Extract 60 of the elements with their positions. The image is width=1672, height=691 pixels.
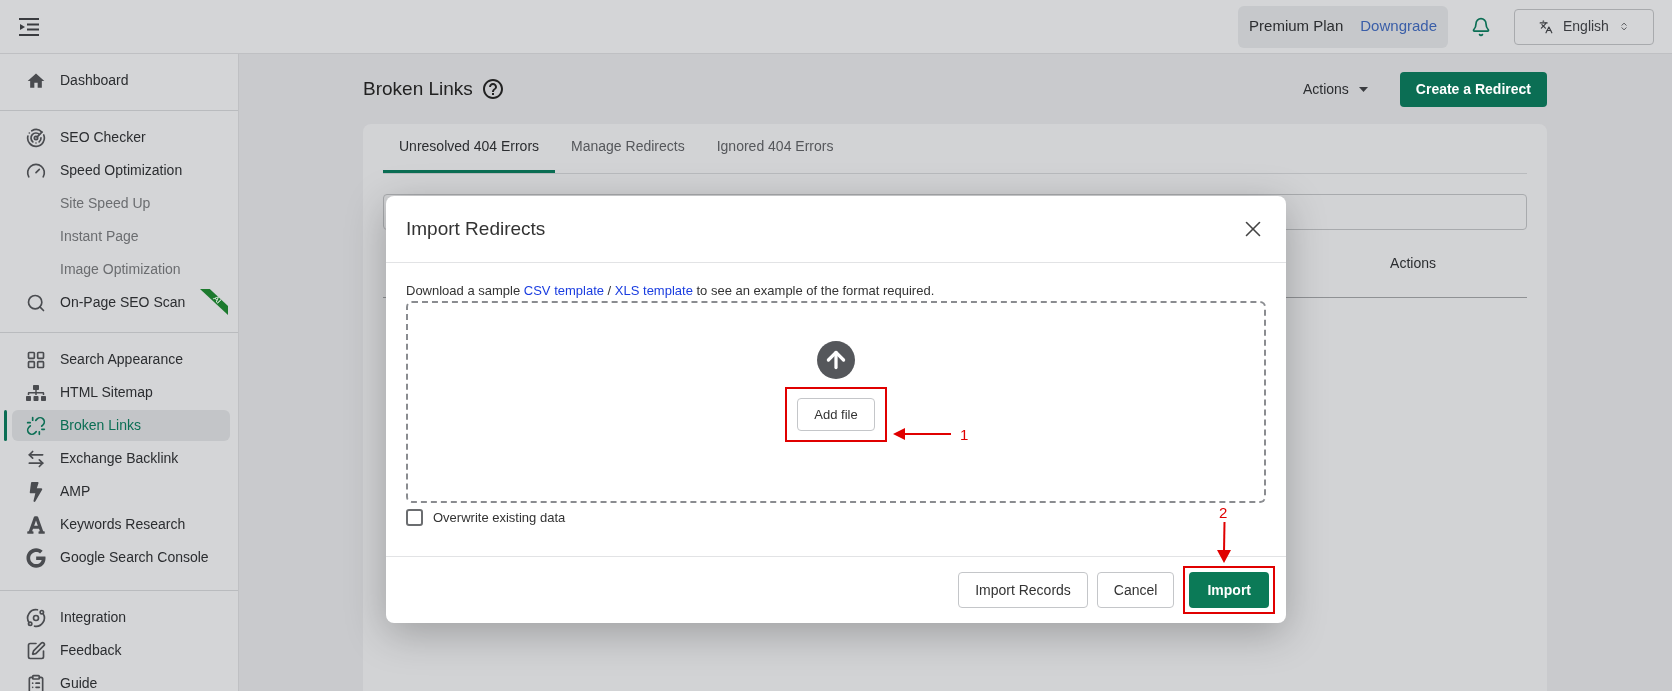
sidebar-item[interactable]: Google Search Console bbox=[12, 542, 230, 573]
up-down-icon bbox=[1618, 20, 1629, 33]
search-icon bbox=[26, 292, 46, 313]
active-indicator bbox=[4, 410, 7, 441]
checkbox-label: Overwrite existing data bbox=[433, 509, 566, 527]
sidebar-item[interactable]: Instant Page bbox=[12, 221, 230, 252]
language-select[interactable]: English bbox=[1514, 8, 1654, 45]
sidebar-item[interactable]: Feedback bbox=[12, 635, 230, 666]
clipboard-icon bbox=[26, 673, 46, 691]
annotation-number: 1 bbox=[960, 425, 969, 445]
plan-label: Premium Plan bbox=[1249, 16, 1344, 37]
actions-dropdown[interactable]: Actions bbox=[1302, 78, 1368, 100]
google-icon bbox=[26, 547, 46, 568]
sidebar-item[interactable]: Dashboard bbox=[12, 65, 230, 96]
sidebar-item[interactable]: AMP bbox=[12, 476, 230, 507]
tab[interactable]: Ignored 404 Errors bbox=[700, 123, 850, 173]
downgrade-link[interactable]: Downgrade bbox=[1360, 15, 1437, 38]
add-file-button[interactable]: Add file bbox=[797, 398, 875, 431]
radar-icon bbox=[26, 127, 46, 148]
help-icon[interactable] bbox=[480, 77, 505, 101]
tab[interactable]: Unresolved 404 Errors bbox=[383, 123, 556, 173]
letter-icon bbox=[26, 514, 46, 535]
notification-bell-icon[interactable] bbox=[1471, 16, 1491, 37]
menu-collapse-icon[interactable] bbox=[18, 17, 40, 36]
dialog-button[interactable]: Import Records bbox=[958, 572, 1088, 608]
annotation-arrow bbox=[1217, 522, 1231, 563]
sidebar-item[interactable]: Site Speed Up bbox=[12, 188, 230, 219]
sidebar-item[interactable]: On-Page SEO Scan bbox=[12, 287, 192, 318]
column-header: Actions bbox=[1390, 254, 1436, 273]
template-link[interactable]: XLS template bbox=[614, 283, 693, 298]
dialog-title: Import Redirects bbox=[406, 216, 546, 241]
upload-icon bbox=[817, 341, 855, 379]
sidebar-item[interactable]: Broken Links bbox=[12, 410, 230, 441]
template-link[interactable]: CSV template bbox=[523, 283, 604, 298]
sidebar-item[interactable]: Guide bbox=[12, 668, 230, 691]
instruction-text: Download a sample CSV template / XLS template to see an example of the format required. bbox=[406, 283, 936, 299]
annotation-number: 2 bbox=[1219, 505, 1228, 520]
sidebar-item[interactable]: HTML Sitemap bbox=[12, 377, 230, 408]
sidebar-item[interactable]: Integration bbox=[12, 602, 230, 633]
sidebar-item[interactable]: Exchange Backlink bbox=[12, 443, 230, 474]
sidebar-item[interactable]: SEO Checker bbox=[12, 122, 230, 153]
orbit-icon bbox=[26, 607, 46, 628]
create-redirect-button[interactable]: Create a Redirect bbox=[1399, 71, 1547, 107]
broken-link-icon bbox=[26, 415, 46, 436]
annotation-arrow bbox=[893, 427, 951, 441]
grid-icon bbox=[26, 349, 46, 370]
sitemap-icon bbox=[26, 382, 46, 403]
sidebar-item[interactable]: Keywords Research bbox=[12, 509, 230, 540]
tab[interactable]: Manage Redirects bbox=[555, 123, 701, 173]
sidebar-item[interactable]: Search Appearance bbox=[12, 344, 230, 375]
checkbox[interactable] bbox=[406, 509, 423, 527]
edit-icon bbox=[26, 640, 46, 661]
caret-icon bbox=[1358, 86, 1368, 92]
ai-badge: AI bbox=[200, 289, 228, 315]
sidebar-item[interactable]: Image Optimization bbox=[12, 254, 230, 285]
dialog-button[interactable]: Cancel bbox=[1096, 572, 1175, 608]
exchange-arrows-icon bbox=[26, 448, 46, 469]
sidebar-item[interactable]: Speed Optimization bbox=[12, 155, 230, 186]
page-title: Broken Links bbox=[363, 76, 473, 101]
import-button[interactable]: Import bbox=[1189, 572, 1269, 608]
